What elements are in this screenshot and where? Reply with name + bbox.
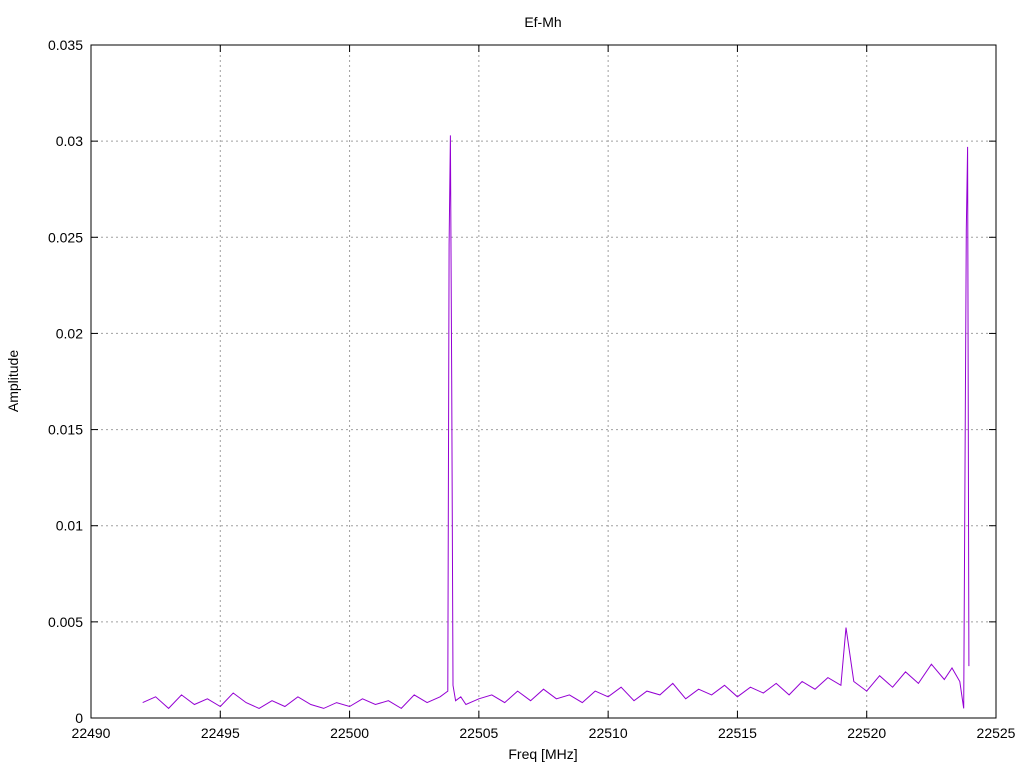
chart-title: Ef-Mh bbox=[524, 14, 561, 30]
x-tick-label: 22505 bbox=[459, 725, 498, 741]
x-tick-label: 22495 bbox=[201, 725, 240, 741]
series-layer bbox=[142, 135, 970, 710]
axis-ticks bbox=[90, 44, 997, 719]
y-tick-label: 0.035 bbox=[48, 37, 83, 53]
x-tick-label: 22490 bbox=[72, 725, 111, 741]
x-tick-label: 22525 bbox=[977, 725, 1016, 741]
y-tick-label: 0.01 bbox=[56, 518, 83, 534]
x-tick-labels: 22490 22495 22500 22505 22510 22515 22520 22525 bbox=[72, 725, 1016, 741]
y-tick-label: 0.025 bbox=[48, 229, 83, 245]
y-tick-label: 0.03 bbox=[56, 133, 83, 149]
y-tick-labels: 0 0.005 0.01 0.015 0.02 0.025 0.03 0.035 bbox=[48, 37, 83, 726]
y-tick-label: 0.005 bbox=[48, 614, 83, 630]
x-tick-label: 22510 bbox=[589, 725, 628, 741]
series-line-amplitude bbox=[142, 135, 970, 710]
x-tick-label: 22520 bbox=[847, 725, 886, 741]
y-axis-title: Amplitude bbox=[5, 350, 21, 412]
plot-frame bbox=[90, 44, 997, 719]
chart: 22490 22495 22500 22505 22510 22515 22520 22525… bbox=[5, 14, 1016, 762]
y-tick-label: 0 bbox=[75, 710, 83, 726]
y-tick-label: 0.015 bbox=[48, 422, 83, 438]
x-tick-label: 22515 bbox=[718, 725, 757, 741]
x-tick-label: 22500 bbox=[330, 725, 369, 741]
y-tick-label: 0.02 bbox=[56, 325, 83, 341]
x-axis-title: Freq [MHz] bbox=[508, 746, 577, 762]
grid-lines bbox=[91, 45, 996, 718]
